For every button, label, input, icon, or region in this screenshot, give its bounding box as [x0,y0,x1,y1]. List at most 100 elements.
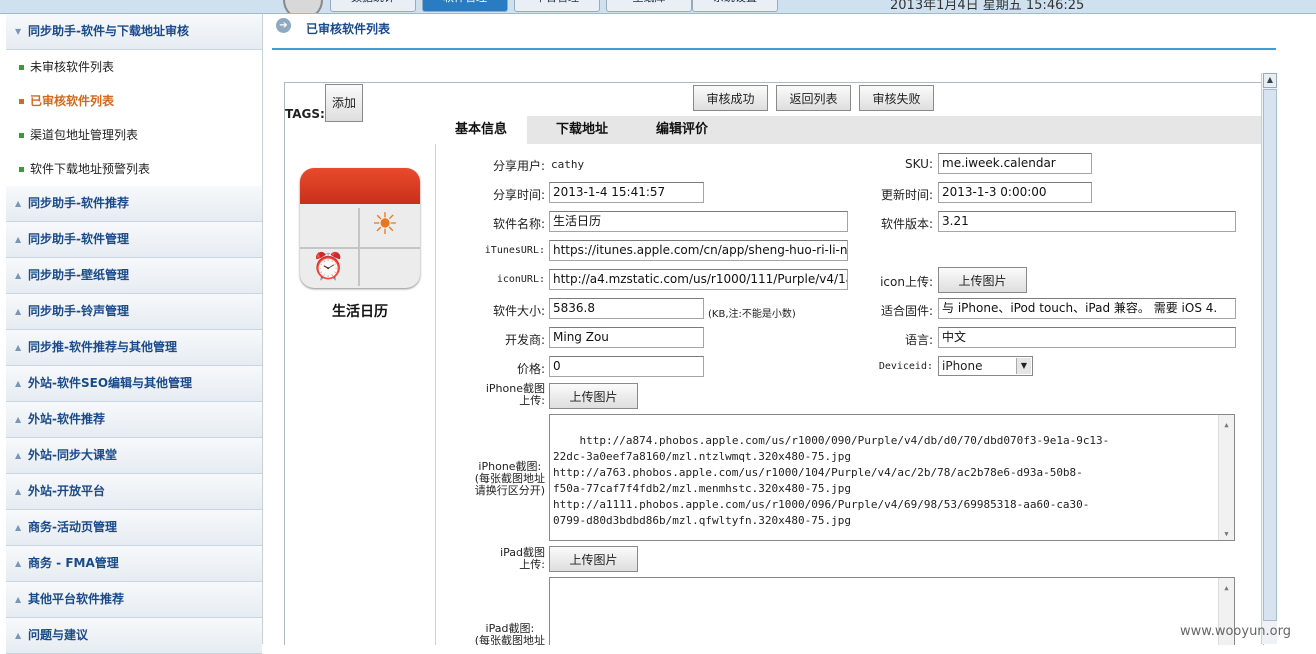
dropdown-arrow-icon: ▼ [1016,358,1031,374]
icon-upload-button[interactable]: 上传图片 [938,267,1027,293]
sidebar-item-unreviewed[interactable]: 未审核软件列表 [6,50,262,84]
sidebar-section-seo[interactable]: ▲ 外站-软件SEO编辑与其他管理 [6,366,262,402]
icon-url-label: iconURL: [496,274,545,285]
share-time-field[interactable]: 2013-1-4 15:41:57 [549,182,704,203]
scrollbar-thumb[interactable] [1263,89,1277,621]
sidebar-section-open-platform[interactable]: ▲ 外站-开放平台 [6,474,262,510]
sku-field[interactable]: me.iweek.calendar [938,153,1092,174]
sidebar-item-channel-urls[interactable]: 渠道包地址管理列表 [6,118,262,152]
sidebar-section-recommend[interactable]: ▲ 同步助手-软件推荐 [6,186,262,222]
top-tab-settings[interactable]: 系统设置 [692,0,778,12]
sidebar-section-label: 商务-活动页管理 [28,520,117,534]
back-to-list-button[interactable]: 返回列表 [776,85,851,111]
share-user-label: 分享用户: [492,159,545,173]
itunes-url-field[interactable]: https://itunes.apple.com/cn/app/sheng-hu… [549,240,848,261]
size-field[interactable]: 5836.8 [549,298,704,319]
sidebar-section-label: 同步助手-软件推荐 [28,196,129,210]
sidebar-item-reviewed[interactable]: 已审核软件列表 [6,84,262,118]
sidebar-section-label: 商务 - FMA管理 [28,556,119,570]
detail-tabs: 基本信息 下载地址 编辑评价 [435,116,1263,144]
top-tab-software[interactable]: 软件管理 [422,0,508,12]
sidebar-section-ringtone-mgmt[interactable]: ▲ 同步助手-铃声管理 [6,294,262,330]
tab-download-urls[interactable]: 下载地址 [556,116,608,144]
expand-icon: ▲ [15,271,22,280]
sidebar-section-audit[interactable]: ▼ 同步助手-软件与下载地址审核 [6,14,262,50]
icon-url-field[interactable]: http://a4.mzstatic.com/us/r1000/111/Purp… [549,269,848,290]
sidebar-item-label: 渠道包地址管理列表 [30,128,139,142]
arrow-right-icon: ➔ [276,18,291,33]
top-tab-platform[interactable]: 平台管理 [514,0,600,12]
deviceid-select[interactable]: iPhone ▼ [938,356,1033,376]
ipad-shots-label: iPad截图: (每张截图地址 [474,622,545,646]
sidebar-section-label: 问题与建议 [28,628,89,642]
expand-icon: ▲ [15,343,22,352]
sidebar-section-other-platform[interactable]: ▲ 其他平台软件推荐 [6,582,262,618]
app-icon: ☀ ⏰ [300,168,420,288]
price-field[interactable]: 0 [549,356,704,377]
scroll-up-icon[interactable]: ▲ [1263,73,1277,88]
reject-button[interactable]: 审核失败 [859,85,934,111]
itunes-url-label: iTunesURL: [484,245,545,256]
share-user-value: cathy [551,158,585,171]
sidebar-section-ext-recommend[interactable]: ▲ 外站-软件推荐 [6,402,262,438]
developer-field[interactable]: Ming Zou [549,327,704,348]
textarea-scrollbar[interactable]: ▲ ▼ [1218,415,1234,540]
size-label: 软件大小: [492,304,545,318]
sidebar-section-label: 同步助手-软件与下载地址审核 [28,24,189,38]
bullet-icon [19,99,24,104]
sidebar-section-tbt[interactable]: ▲ 同步推-软件推荐与其他管理 [6,330,262,366]
iphone-upload-label: iPhone截图 上传: [485,382,545,407]
ipad-upload-button[interactable]: 上传图片 [549,546,638,572]
sidebar-section-label: 外站-软件推荐 [28,412,105,426]
sidebar-section-label: 外站-同步大课堂 [28,448,117,462]
sidebar-section-software-mgmt[interactable]: ▲ 同步助手-软件管理 [6,222,262,258]
page-title: 已审核软件列表 [306,22,391,36]
update-time-field[interactable]: 2013-1-3 0:00:00 [938,182,1092,203]
tab-basic-info[interactable]: 基本信息 [435,116,528,144]
firmware-field[interactable]: 与 iPhone、iPod touch、iPad 兼容。 需要 iOS 4. [938,298,1236,319]
bullet-icon [19,133,24,138]
sidebar-section-label: 同步助手-软件管理 [28,232,129,246]
sidebar-section-label: 其他平台软件推荐 [28,592,125,606]
current-date: 2013年1月4日 星期五 15:46:25 [890,0,1085,13]
expand-icon: ▲ [15,415,22,424]
sidebar-section-wallpaper-mgmt[interactable]: ▲ 同步助手-壁纸管理 [6,258,262,294]
sidebar-section-label: 外站-软件SEO编辑与其他管理 [28,376,193,390]
logo [283,0,323,13]
sidebar-item-label: 未审核软件列表 [30,60,115,74]
icon-upload-label: icon上传: [880,275,933,289]
iphone-upload-button[interactable]: 上传图片 [549,383,638,409]
firmware-label: 适合固件: [880,304,933,318]
sidebar: ▼ 同步助手-软件与下载地址审核 未审核软件列表 已审核软件列表 渠道包地址管理列… [6,14,263,654]
expand-icon: ▲ [15,559,22,568]
collapse-icon: ▼ [15,27,22,36]
app-preview-column: ☀ ⏰ 生活日历 [285,116,436,645]
app-name: 生活日历 [332,304,388,320]
sidebar-item-url-alerts[interactable]: 软件下载地址预警列表 [6,152,262,186]
approve-button[interactable]: 审核成功 [693,85,768,111]
software-name-field[interactable]: 生活日历 [549,211,848,232]
version-field[interactable]: 3.21 [938,211,1236,232]
sun-icon: ☀ [371,207,399,242]
developer-label: 开发商: [504,333,545,347]
sidebar-section-feedback[interactable]: ▲ 问题与建议 [6,618,262,654]
sidebar-section-classroom[interactable]: ▲ 外站-同步大课堂 [6,438,262,474]
sidebar-section-fma[interactable]: ▲ 商务 - FMA管理 [6,546,262,582]
sidebar-section-activity[interactable]: ▲ 商务-活动页管理 [6,510,262,546]
alarm-clock-icon: ⏰ [312,252,345,282]
expand-icon: ▲ [15,595,22,604]
deviceid-label: Deviceid: [878,361,933,372]
tab-edit-review[interactable]: 编辑评价 [656,116,708,144]
expand-icon: ▲ [15,307,22,316]
language-field[interactable]: 中文 [938,327,1236,348]
top-tab-stats[interactable]: 数据统计 [330,0,416,12]
expand-icon: ▲ [15,487,22,496]
expand-icon: ▲ [15,199,22,208]
expand-icon: ▲ [15,523,22,532]
page-scrollbar[interactable]: ▲ [1261,73,1277,644]
version-label: 软件版本: [880,217,933,231]
ipad-screenshots-textarea[interactable]: ▲ [549,577,1235,645]
iphone-screenshots-textarea[interactable]: http://a874.phobos.apple.com/us/r1000/09… [549,414,1235,541]
top-tab-wallpaper[interactable]: 壁纸库 [606,0,692,12]
share-time-label: 分享时间: [492,188,545,202]
